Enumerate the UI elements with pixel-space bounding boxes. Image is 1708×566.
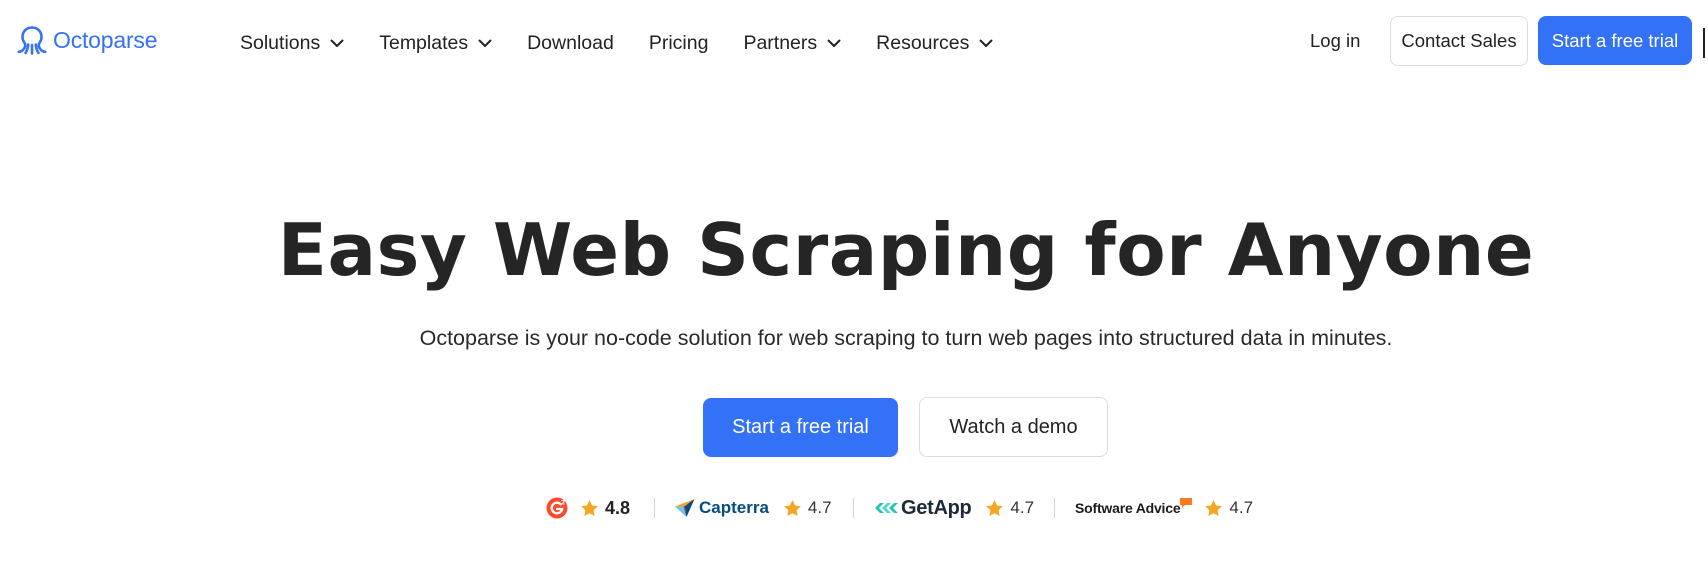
star-icon — [1205, 499, 1223, 516]
watch-demo-button[interactable]: Watch a demo — [919, 397, 1108, 457]
getapp-score: 4.7 — [1010, 498, 1035, 517]
nav-solutions[interactable]: Solutions — [240, 32, 344, 55]
capterra-score: 4.7 — [807, 498, 832, 517]
nav-label: Solutions — [240, 31, 321, 54]
chevron-down-icon — [330, 39, 344, 47]
rating-g2[interactable]: 2 4.8 — [546, 494, 630, 522]
rating-getapp[interactable]: GetApp 4.7 — [873, 494, 1034, 522]
nav-templates[interactable]: Templates — [379, 32, 492, 55]
rating-divider — [654, 498, 655, 518]
g2-logo-icon: 2 — [546, 497, 568, 519]
hero-subtitle: Octoparse is your no-code solution for w… — [419, 326, 1393, 350]
capterra-wordmark: Capterra — [699, 498, 769, 517]
rating-divider — [1054, 498, 1055, 518]
rating-software-advice[interactable]: Software Advice 4.7 — [1075, 494, 1253, 522]
nav-label: Download — [527, 31, 614, 54]
main-nav: Solutions Templates Download Pricing Par… — [240, 28, 1028, 58]
capterra-logo-icon — [675, 499, 695, 517]
nav-label: Templates — [379, 31, 469, 54]
language-switcher-edge[interactable] — [1703, 28, 1708, 58]
ratings-bar: 2 4.8 Capterra 4.7 GetApp 4.7 Software A… — [0, 494, 1708, 522]
contact-sales-button[interactable]: Contact Sales — [1390, 16, 1528, 66]
chevron-down-icon — [478, 39, 492, 47]
nav-download[interactable]: Download — [527, 32, 614, 55]
header-start-trial-button[interactable]: Start a free trial — [1538, 16, 1692, 65]
nav-label: Resources — [876, 31, 970, 54]
chevron-down-icon — [979, 39, 993, 47]
nav-label: Pricing — [648, 31, 709, 54]
brand-name: Octoparse — [53, 27, 158, 53]
rating-capterra[interactable]: Capterra 4.7 — [674, 494, 832, 522]
hero-title: Easy Web Scraping for Anyone — [277, 208, 1535, 292]
nav-resources[interactable]: Resources — [876, 32, 993, 55]
login-link[interactable]: Log in — [1310, 30, 1360, 52]
nav-label: Partners — [743, 31, 818, 54]
nav-pricing[interactable]: Pricing — [649, 32, 709, 55]
getapp-wordmark: GetApp — [901, 496, 972, 519]
hero-start-trial-button[interactable]: Start a free trial — [703, 398, 898, 457]
octopus-logo-icon — [17, 26, 47, 55]
software-advice-score: 4.7 — [1229, 498, 1254, 517]
software-advice-logo-icon — [1180, 497, 1193, 508]
rating-divider — [853, 498, 854, 518]
g2-score: 4.8 — [605, 497, 631, 518]
star-icon — [986, 499, 1004, 516]
svg-text:2: 2 — [561, 500, 565, 507]
star-icon — [784, 499, 801, 516]
site-header: Octoparse Solutions Templates Download P… — [0, 0, 1708, 84]
octoparse-logo[interactable]: Octoparse — [17, 25, 158, 56]
getapp-logo-icon — [875, 503, 898, 513]
chevron-down-icon — [827, 39, 841, 47]
software-advice-wordmark: Software Advice — [1075, 500, 1181, 516]
star-icon — [581, 499, 598, 516]
nav-partners[interactable]: Partners — [743, 32, 841, 55]
